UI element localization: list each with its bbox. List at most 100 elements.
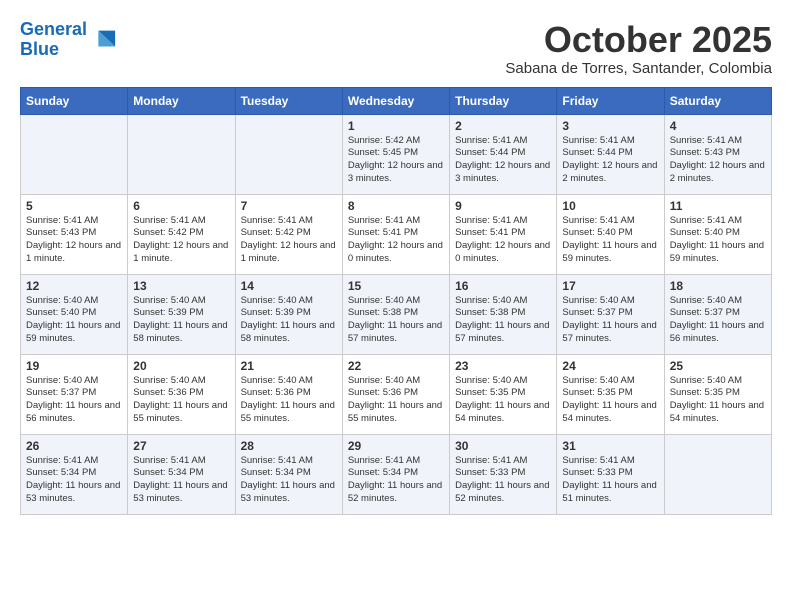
day-number: 10 [562, 199, 658, 213]
calendar-cell: 31 Sunrise: 5:41 AMSunset: 5:33 PMDayligh… [557, 434, 664, 514]
weekday-header: Saturday [664, 87, 771, 114]
day-info: Sunrise: 5:40 AMSunset: 5:36 PMDaylight:… [133, 375, 229, 426]
day-info: Sunrise: 5:41 AMSunset: 5:42 PMDaylight:… [133, 215, 229, 266]
day-info: Sunrise: 5:41 AMSunset: 5:42 PMDaylight:… [241, 215, 337, 266]
calendar-header: SundayMondayTuesdayWednesdayThursdayFrid… [21, 87, 772, 114]
day-number: 19 [26, 359, 122, 373]
day-info: Sunrise: 5:41 AMSunset: 5:43 PMDaylight:… [26, 215, 122, 266]
weekday-header: Monday [128, 87, 235, 114]
calendar-week-row: 1 Sunrise: 5:42 AMSunset: 5:45 PMDaylight… [21, 114, 772, 194]
day-info: Sunrise: 5:41 AMSunset: 5:34 PMDaylight:… [241, 455, 337, 506]
calendar-cell: 25Sunrise: 5:40 AMSunset: 5:35 PMDayligh… [664, 354, 771, 434]
day-number: 25 [670, 359, 766, 373]
logo-icon [89, 26, 117, 54]
day-number: 12 [26, 279, 122, 293]
calendar-cell: 2 Sunrise: 5:41 AMSunset: 5:44 PMDaylight… [450, 114, 557, 194]
calendar-cell: 4 Sunrise: 5:41 AMSunset: 5:43 PMDaylight… [664, 114, 771, 194]
calendar-cell: 6 Sunrise: 5:41 AMSunset: 5:42 PMDaylight… [128, 194, 235, 274]
calendar-cell: 30Sunrise: 5:41 AMSunset: 5:33 PMDayligh… [450, 434, 557, 514]
calendar-cell: 1 Sunrise: 5:42 AMSunset: 5:45 PMDaylight… [342, 114, 449, 194]
calendar-cell: 7 Sunrise: 5:41 AMSunset: 5:42 PMDaylight… [235, 194, 342, 274]
day-info: Sunrise: 5:41 AMSunset: 5:43 PMDaylight:… [670, 135, 766, 186]
calendar-cell: 28 Sunrise: 5:41 AMSunset: 5:34 PMDayligh… [235, 434, 342, 514]
logo-line1: General [20, 19, 87, 39]
day-info: Sunrise: 5:40 AMSunset: 5:36 PMDaylight:… [241, 375, 337, 426]
calendar-cell: 22 Sunrise: 5:40 AMSunset: 5:36 PMDayligh… [342, 354, 449, 434]
day-info: Sunrise: 5:40 AMSunset: 5:37 PMDaylight:… [26, 375, 122, 426]
day-info: Sunrise: 5:40 AMSunset: 5:37 PMDaylight:… [670, 295, 766, 346]
day-info: Sunrise: 5:40 AMSunset: 5:40 PMDaylight:… [26, 295, 122, 346]
day-number: 20 [133, 359, 229, 373]
calendar-table: SundayMondayTuesdayWednesdayThursdayFrid… [20, 87, 772, 515]
calendar-cell: 24 Sunrise: 5:40 AMSunset: 5:35 PMDayligh… [557, 354, 664, 434]
calendar-cell: 14Sunrise: 5:40 AMSunset: 5:39 PMDayligh… [235, 274, 342, 354]
calendar-week-row: 5 Sunrise: 5:41 AMSunset: 5:43 PMDaylight… [21, 194, 772, 274]
calendar-week-row: 26 Sunrise: 5:41 AMSunset: 5:34 PMDayligh… [21, 434, 772, 514]
day-info: Sunrise: 5:40 AMSunset: 5:37 PMDaylight:… [562, 295, 658, 346]
day-info: Sunrise: 5:41 AMSunset: 5:33 PMDaylight:… [562, 455, 658, 506]
calendar-cell: 26 Sunrise: 5:41 AMSunset: 5:34 PMDayligh… [21, 434, 128, 514]
day-number: 24 [562, 359, 658, 373]
day-number: 18 [670, 279, 766, 293]
day-number: 22 [348, 359, 444, 373]
calendar-cell [235, 114, 342, 194]
weekday-header: Tuesday [235, 87, 342, 114]
page-header: General Blue October 2025 Sabana de Torr… [20, 20, 772, 77]
day-info: Sunrise: 5:41 AMSunset: 5:44 PMDaylight:… [455, 135, 551, 186]
calendar-cell: 21 Sunrise: 5:40 AMSunset: 5:36 PMDayligh… [235, 354, 342, 434]
day-number: 28 [241, 439, 337, 453]
day-info: Sunrise: 5:40 AMSunset: 5:39 PMDaylight:… [241, 295, 337, 346]
day-number: 3 [562, 119, 658, 133]
calendar-cell [664, 434, 771, 514]
day-info: Sunrise: 5:41 AMSunset: 5:34 PMDaylight:… [26, 455, 122, 506]
calendar-cell [21, 114, 128, 194]
day-info: Sunrise: 5:41 AMSunset: 5:44 PMDaylight:… [562, 135, 658, 186]
day-number: 31 [562, 439, 658, 453]
day-number: 5 [26, 199, 122, 213]
day-info: Sunrise: 5:41 AMSunset: 5:34 PMDaylight:… [133, 455, 229, 506]
day-info: Sunrise: 5:42 AMSunset: 5:45 PMDaylight:… [348, 135, 444, 186]
day-info: Sunrise: 5:40 AMSunset: 5:35 PMDaylight:… [455, 375, 551, 426]
weekday-header: Friday [557, 87, 664, 114]
day-number: 1 [348, 119, 444, 133]
month-title: October 2025 [505, 20, 772, 60]
calendar-cell: 8Sunrise: 5:41 AMSunset: 5:41 PMDaylight… [342, 194, 449, 274]
calendar-cell: 27 Sunrise: 5:41 AMSunset: 5:34 PMDayligh… [128, 434, 235, 514]
day-info: Sunrise: 5:40 AMSunset: 5:35 PMDaylight:… [562, 375, 658, 426]
weekday-header: Wednesday [342, 87, 449, 114]
calendar-cell: 20 Sunrise: 5:40 AMSunset: 5:36 PMDayligh… [128, 354, 235, 434]
day-info: Sunrise: 5:41 AMSunset: 5:41 PMDaylight:… [455, 215, 551, 266]
day-number: 9 [455, 199, 551, 213]
calendar-cell: 19 Sunrise: 5:40 AMSunset: 5:37 PMDayligh… [21, 354, 128, 434]
calendar-week-row: 19 Sunrise: 5:40 AMSunset: 5:37 PMDayligh… [21, 354, 772, 434]
calendar-body: 1 Sunrise: 5:42 AMSunset: 5:45 PMDaylight… [21, 114, 772, 514]
day-number: 26 [26, 439, 122, 453]
day-info: Sunrise: 5:40 AMSunset: 5:36 PMDaylight:… [348, 375, 444, 426]
calendar-cell: 13 Sunrise: 5:40 AMSunset: 5:39 PMDayligh… [128, 274, 235, 354]
calendar-cell: 3 Sunrise: 5:41 AMSunset: 5:44 PMDaylight… [557, 114, 664, 194]
title-block: October 2025 Sabana de Torres, Santander… [505, 20, 772, 77]
day-number: 29 [348, 439, 444, 453]
calendar-cell: 17Sunrise: 5:40 AMSunset: 5:37 PMDayligh… [557, 274, 664, 354]
day-number: 13 [133, 279, 229, 293]
day-number: 23 [455, 359, 551, 373]
calendar-cell: 18 Sunrise: 5:40 AMSunset: 5:37 PMDayligh… [664, 274, 771, 354]
logo: General Blue [20, 20, 117, 60]
day-info: Sunrise: 5:41 AMSunset: 5:41 PMDaylight:… [348, 215, 444, 266]
day-info: Sunrise: 5:41 AMSunset: 5:34 PMDaylight:… [348, 455, 444, 506]
day-number: 4 [670, 119, 766, 133]
calendar-cell: 15Sunrise: 5:40 AMSunset: 5:38 PMDayligh… [342, 274, 449, 354]
day-number: 2 [455, 119, 551, 133]
calendar-cell: 5 Sunrise: 5:41 AMSunset: 5:43 PMDaylight… [21, 194, 128, 274]
calendar-cell: 11Sunrise: 5:41 AMSunset: 5:40 PMDayligh… [664, 194, 771, 274]
day-number: 21 [241, 359, 337, 373]
day-number: 6 [133, 199, 229, 213]
day-info: Sunrise: 5:40 AMSunset: 5:39 PMDaylight:… [133, 295, 229, 346]
logo-line2: Blue [20, 39, 59, 59]
day-number: 27 [133, 439, 229, 453]
day-number: 16 [455, 279, 551, 293]
day-info: Sunrise: 5:41 AMSunset: 5:40 PMDaylight:… [562, 215, 658, 266]
calendar-cell: 16Sunrise: 5:40 AMSunset: 5:38 PMDayligh… [450, 274, 557, 354]
location-subtitle: Sabana de Torres, Santander, Colombia [505, 60, 772, 77]
day-number: 7 [241, 199, 337, 213]
